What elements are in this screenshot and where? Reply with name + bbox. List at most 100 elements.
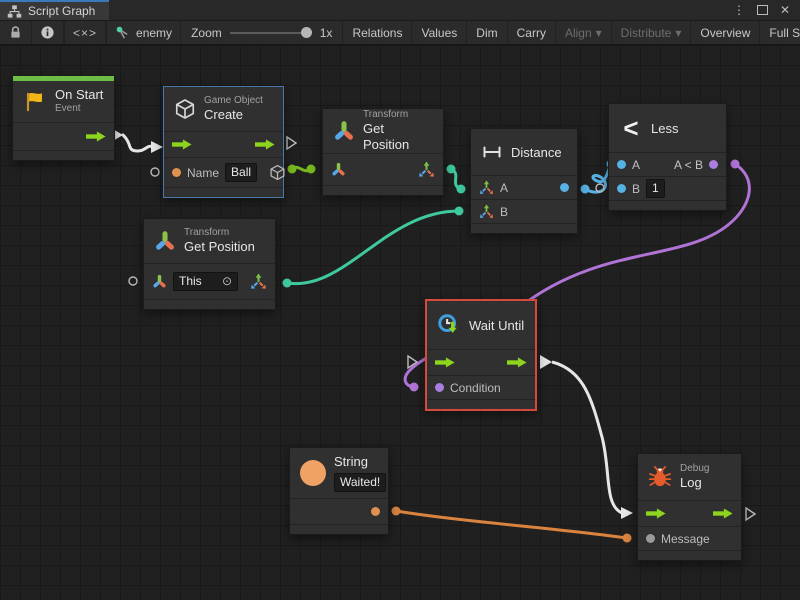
node-footer — [471, 223, 577, 233]
float-output-port[interactable] — [560, 183, 569, 192]
zoom-slider-handle[interactable] — [301, 27, 312, 38]
flow-ports-row — [164, 131, 283, 157]
node-footer — [638, 550, 741, 560]
port-label-a: A — [632, 158, 640, 172]
chevron-down-icon: ▾ — [596, 26, 602, 40]
vector3-input-port-b[interactable] — [479, 204, 494, 219]
carry-button[interactable]: Carry — [507, 21, 555, 44]
graph-canvas[interactable]: On Start Event Game Object Create — [0, 45, 800, 600]
node-title: Wait Until — [469, 318, 524, 333]
node-string-literal[interactable]: String Waited! — [289, 447, 389, 535]
node-on-start-event[interactable]: On Start Event — [12, 75, 115, 161]
node-header: Wait Until — [427, 301, 535, 349]
edge-onstart-to-create[interactable] — [111, 128, 163, 153]
transform-icon — [333, 120, 355, 142]
chevron-down-icon: ▾ — [675, 26, 681, 40]
edge-create-to-getposition[interactable] — [288, 165, 316, 174]
node-title: Distance — [511, 145, 562, 160]
lock-icon — [8, 25, 23, 40]
vector3-output-port[interactable] — [250, 273, 267, 290]
flow-in-port[interactable] — [646, 508, 666, 519]
node-header: < Less — [609, 104, 726, 152]
script-graph-window: Script Graph ⋮ ✕ <×> enemy Zoom 1x — [0, 0, 800, 600]
wait-until-clock-icon — [437, 313, 461, 337]
relations-button[interactable]: Relations — [342, 21, 411, 44]
node-header: Distance — [471, 129, 577, 175]
tab-script-graph[interactable]: Script Graph — [0, 0, 109, 20]
node-wait-until[interactable]: Wait Until Condition — [425, 299, 537, 411]
info-button[interactable] — [32, 21, 64, 44]
flow-out-port[interactable] — [713, 508, 733, 519]
flow-in-port[interactable] — [172, 139, 192, 150]
unconnected-ring-name — [151, 168, 159, 176]
name-input-port[interactable] — [172, 168, 181, 177]
string-output-port[interactable] — [371, 507, 380, 516]
code-view-button[interactable]: <×> — [65, 21, 106, 44]
node-subtitle: Game Object — [204, 95, 263, 108]
edge-getposition2-to-distance-b[interactable] — [283, 207, 464, 288]
name-field[interactable]: Ball — [225, 163, 257, 182]
flow-out-port[interactable] — [255, 139, 275, 150]
bug-icon — [648, 465, 672, 489]
node-header: Transform Get Position — [323, 109, 443, 153]
breadcrumb[interactable]: enemy — [107, 21, 181, 44]
vector3-output-port[interactable] — [418, 161, 435, 178]
node-subtitle: Event — [55, 103, 103, 116]
node-distance[interactable]: Distance A B — [470, 128, 578, 234]
node-title: Log — [680, 475, 709, 491]
condition-input-port[interactable] — [435, 383, 444, 392]
float-input-port-b[interactable] — [617, 184, 626, 193]
flow-out-port[interactable] — [86, 131, 106, 142]
values-button[interactable]: Values — [411, 21, 466, 44]
node-get-position-bottom[interactable]: Transform Get Position This ⊙ — [143, 218, 276, 310]
flow-in-port[interactable] — [435, 357, 455, 368]
distance-icon — [481, 141, 503, 163]
window-menu-icon[interactable]: ⋮ — [733, 3, 745, 17]
flow-out-port[interactable] — [507, 357, 527, 368]
node-footer — [13, 150, 114, 160]
object-picker-icon[interactable]: ⊙ — [222, 273, 232, 290]
vector3-input-port-a[interactable] — [479, 180, 494, 195]
dim-button[interactable]: Dim — [466, 21, 506, 44]
full-screen-button[interactable]: Full Screen — [759, 21, 800, 44]
message-input-port[interactable] — [646, 534, 655, 543]
script-graph-icon — [7, 4, 22, 19]
transform-input-port[interactable] — [152, 274, 167, 289]
edge-getposition-to-distance-a[interactable] — [447, 165, 466, 194]
unconnected-ring-this — [129, 277, 137, 285]
edge-string-to-log-message[interactable] — [392, 507, 632, 543]
breadcrumb-label: enemy — [136, 26, 172, 40]
toolbar-buttons: Relations Values Dim Carry Align ▾ Distr… — [342, 21, 800, 44]
string-value-field[interactable]: Waited! — [334, 473, 386, 492]
float-input-port-a[interactable] — [617, 160, 626, 169]
info-icon — [40, 25, 55, 40]
flow-ports-row — [13, 122, 114, 150]
node-debug-log[interactable]: Debug Log Message — [637, 453, 742, 561]
bool-output-port[interactable] — [709, 160, 718, 169]
edge-waituntil-to-log[interactable] — [540, 355, 633, 519]
unconnected-flow-create-out — [287, 137, 296, 149]
zoom-slider[interactable] — [230, 32, 312, 34]
game-object-output-port[interactable] — [269, 164, 286, 181]
lock-button[interactable] — [0, 21, 32, 44]
node-title: Get Position — [363, 121, 433, 154]
value-ports-row: This ⊙ — [144, 263, 275, 299]
node-title: Create — [204, 107, 263, 123]
node-game-object-create[interactable]: Game Object Create Name Ball — [163, 86, 284, 198]
close-icon[interactable]: ✕ — [780, 3, 790, 17]
zoom-label: Zoom — [191, 26, 222, 40]
align-button[interactable]: Align ▾ — [555, 21, 611, 44]
b-value-field[interactable]: 1 — [646, 179, 665, 198]
node-get-position-top[interactable]: Transform Get Position — [322, 108, 444, 196]
overview-button[interactable]: Overview — [690, 21, 759, 44]
node-header: Game Object Create — [164, 87, 283, 131]
title-bar: Script Graph ⋮ ✕ — [0, 0, 800, 21]
tab-title: Script Graph — [28, 4, 95, 18]
output-label: A < B — [674, 158, 703, 172]
node-header: Debug Log — [638, 454, 741, 500]
node-less[interactable]: < Less A A < B B 1 — [608, 103, 727, 211]
maximize-icon[interactable] — [757, 5, 768, 15]
distribute-button[interactable]: Distribute ▾ — [611, 21, 691, 44]
transform-input-port[interactable] — [331, 162, 346, 177]
this-field[interactable]: This ⊙ — [173, 272, 238, 291]
